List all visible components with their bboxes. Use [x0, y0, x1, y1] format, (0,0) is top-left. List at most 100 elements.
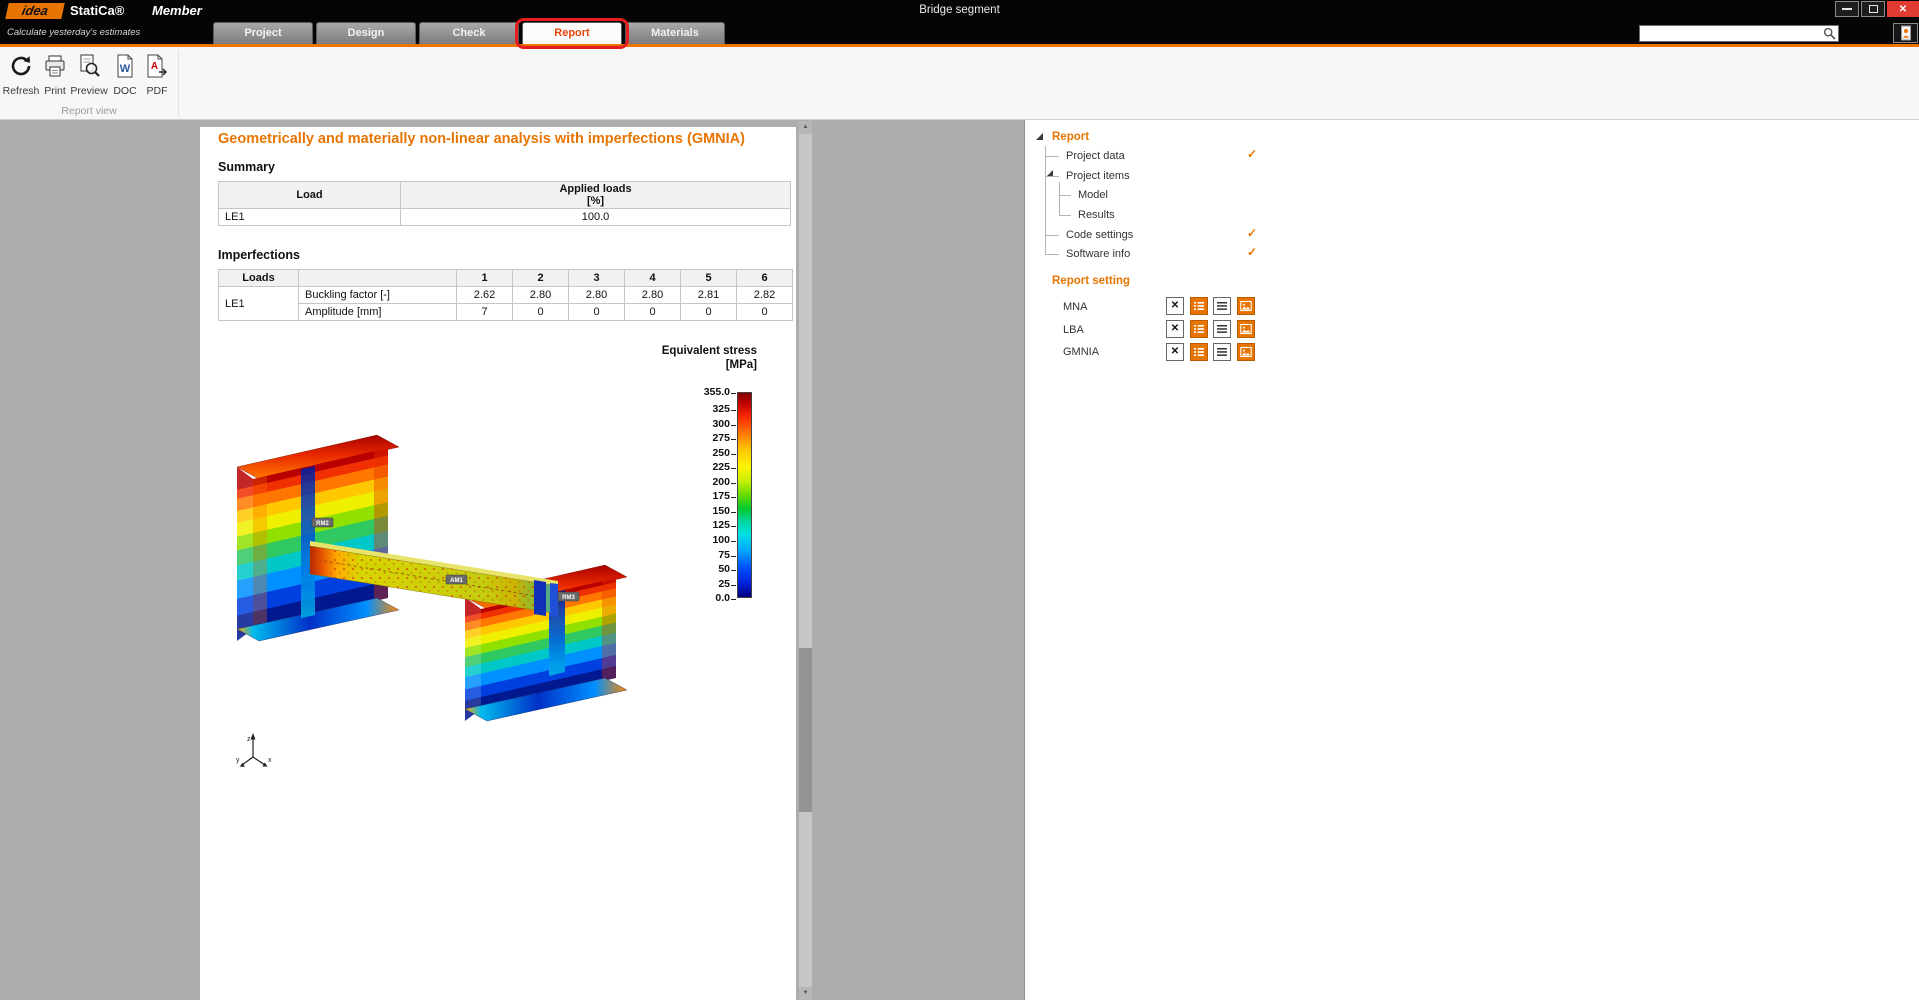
gmnia-table-button[interactable] — [1213, 343, 1231, 361]
lba-picture-button[interactable] — [1237, 320, 1255, 338]
scroll-up-icon: ▲ — [803, 124, 809, 130]
tab-report[interactable]: Report — [522, 22, 622, 44]
tree-root-report[interactable]: Report — [1052, 131, 1089, 143]
scrollbar-up-button[interactable]: ▲ — [799, 121, 812, 134]
gmnia-none-button[interactable]: ✕ — [1166, 343, 1184, 361]
application-window: idea StatiCa® Member Bridge segment ✕ Ca… — [0, 0, 1919, 1000]
account-icon — [1899, 25, 1913, 41]
svg-text:A: A — [151, 61, 158, 72]
print-button[interactable]: Print — [42, 51, 68, 99]
svg-text:y: y — [236, 757, 240, 764]
tree-connector — [1045, 176, 1059, 177]
imperf-mode-header: 3 — [569, 270, 625, 287]
mna-none-button[interactable]: ✕ — [1166, 297, 1184, 315]
minimize-icon — [1842, 8, 1852, 10]
legend-tick: 250 — [656, 447, 730, 459]
imperf-value: 0 — [513, 304, 569, 321]
export-pdf-button[interactable]: A PDF — [142, 51, 172, 99]
print-icon — [42, 53, 68, 79]
summary-load-cell: LE1 — [219, 209, 401, 226]
detail-list-icon — [1193, 300, 1205, 312]
member-label: RM3 — [558, 592, 579, 601]
lba-table-button[interactable] — [1213, 320, 1231, 338]
mna-picture-button[interactable] — [1237, 297, 1255, 315]
minimize-button[interactable] — [1835, 1, 1859, 17]
mna-summary-list-button[interactable] — [1190, 297, 1208, 315]
imperf-row-label: Amplitude [mm] — [299, 304, 457, 321]
tree-connector — [1045, 146, 1046, 254]
check-icon[interactable]: ✓ — [1247, 246, 1257, 258]
close-icon: ✕ — [1171, 301, 1179, 311]
imperf-value: 2.82 — [737, 287, 793, 304]
tab-project[interactable]: Project — [213, 22, 313, 44]
svg-text:x: x — [268, 757, 272, 764]
imperf-value: 0 — [569, 304, 625, 321]
imperfections-section-title: Imperfections — [218, 248, 300, 262]
legend-color-bar — [737, 392, 752, 598]
check-icon[interactable]: ✓ — [1247, 148, 1257, 160]
tree-connector — [1045, 156, 1059, 157]
close-icon: ✕ — [1171, 324, 1179, 334]
legend-tick: 100 — [656, 534, 730, 546]
imperf-row-label: Buckling factor [-] — [299, 287, 457, 304]
legend-title: Equivalent stress — [600, 345, 757, 357]
tree-item-software-info[interactable]: Software info — [1066, 248, 1130, 260]
preview-button[interactable]: Preview — [70, 51, 108, 99]
mna-table-button[interactable] — [1213, 297, 1231, 315]
scrollbar-down-button[interactable]: ▼ — [799, 987, 812, 1000]
account-button[interactable] — [1893, 23, 1918, 43]
summary-value-cell: 100.0 — [401, 209, 791, 226]
tree-expander-report[interactable] — [1036, 133, 1043, 140]
maximize-icon — [1869, 5, 1878, 13]
girder-upper-left — [237, 435, 399, 641]
tree-item-project-data[interactable]: Project data — [1066, 150, 1125, 162]
search-input[interactable] — [1642, 26, 1822, 41]
axes-triad-icon: z x y — [236, 733, 272, 767]
legend-tick: 325 — [656, 403, 730, 415]
summary-section-title: Summary — [218, 160, 275, 174]
scroll-down-icon: ▼ — [803, 990, 809, 996]
gmnia-summary-list-button[interactable] — [1190, 343, 1208, 361]
imperf-col-blank — [299, 270, 457, 287]
gmnia-picture-button[interactable] — [1237, 343, 1255, 361]
tagline: Calculate yesterday's estimates — [7, 27, 140, 38]
check-icon[interactable]: ✓ — [1247, 227, 1257, 239]
close-button[interactable]: ✕ — [1887, 1, 1919, 17]
imperf-mode-header: 5 — [681, 270, 737, 287]
report-heading: Geometrically and materially non-linear … — [218, 131, 783, 147]
tree-item-project-items[interactable]: Project items — [1066, 170, 1130, 182]
imperf-value: 2.81 — [681, 287, 737, 304]
tree-item-results[interactable]: Results — [1078, 209, 1115, 221]
imperf-value: 7 — [457, 304, 513, 321]
tab-materials[interactable]: Materials — [625, 22, 725, 44]
tree-item-code-settings[interactable]: Code settings — [1066, 229, 1133, 241]
tree-connector — [1059, 215, 1071, 216]
tree-item-model[interactable]: Model — [1078, 189, 1108, 201]
legend-tick: 300 — [656, 418, 730, 430]
scrollbar-thumb[interactable] — [799, 648, 812, 812]
lba-none-button[interactable]: ✕ — [1166, 320, 1184, 338]
model-3d-view: RM2 AM1 RM3 z x y — [210, 340, 680, 780]
refresh-button[interactable]: Refresh — [2, 51, 40, 99]
tab-design[interactable]: Design — [316, 22, 416, 44]
imperf-value: 2.80 — [569, 287, 625, 304]
picture-icon — [1240, 300, 1252, 312]
legend-tick: 150 — [656, 505, 730, 517]
imperf-load-cell: LE1 — [219, 287, 299, 321]
export-doc-button[interactable]: W DOC — [110, 51, 140, 99]
report-settings-panel — [1025, 120, 1919, 1000]
imperf-value: 2.62 — [457, 287, 513, 304]
imperf-mode-header: 1 — [457, 270, 513, 287]
svg-text:RM2: RM2 — [316, 521, 329, 527]
tab-check[interactable]: Check — [419, 22, 519, 44]
search-icon[interactable] — [1823, 27, 1836, 45]
report-scrollbar[interactable] — [799, 121, 812, 1000]
maximize-button[interactable] — [1861, 1, 1885, 17]
lba-summary-list-button[interactable] — [1190, 320, 1208, 338]
tree-expander-project-items[interactable] — [1047, 170, 1053, 176]
imperf-mode-header: 6 — [737, 270, 793, 287]
close-icon: ✕ — [1899, 4, 1907, 15]
setting-row-label-gmnia: GMNIA — [1063, 346, 1099, 358]
imperf-value: 0 — [681, 304, 737, 321]
setting-row-label-lba: LBA — [1063, 324, 1084, 336]
